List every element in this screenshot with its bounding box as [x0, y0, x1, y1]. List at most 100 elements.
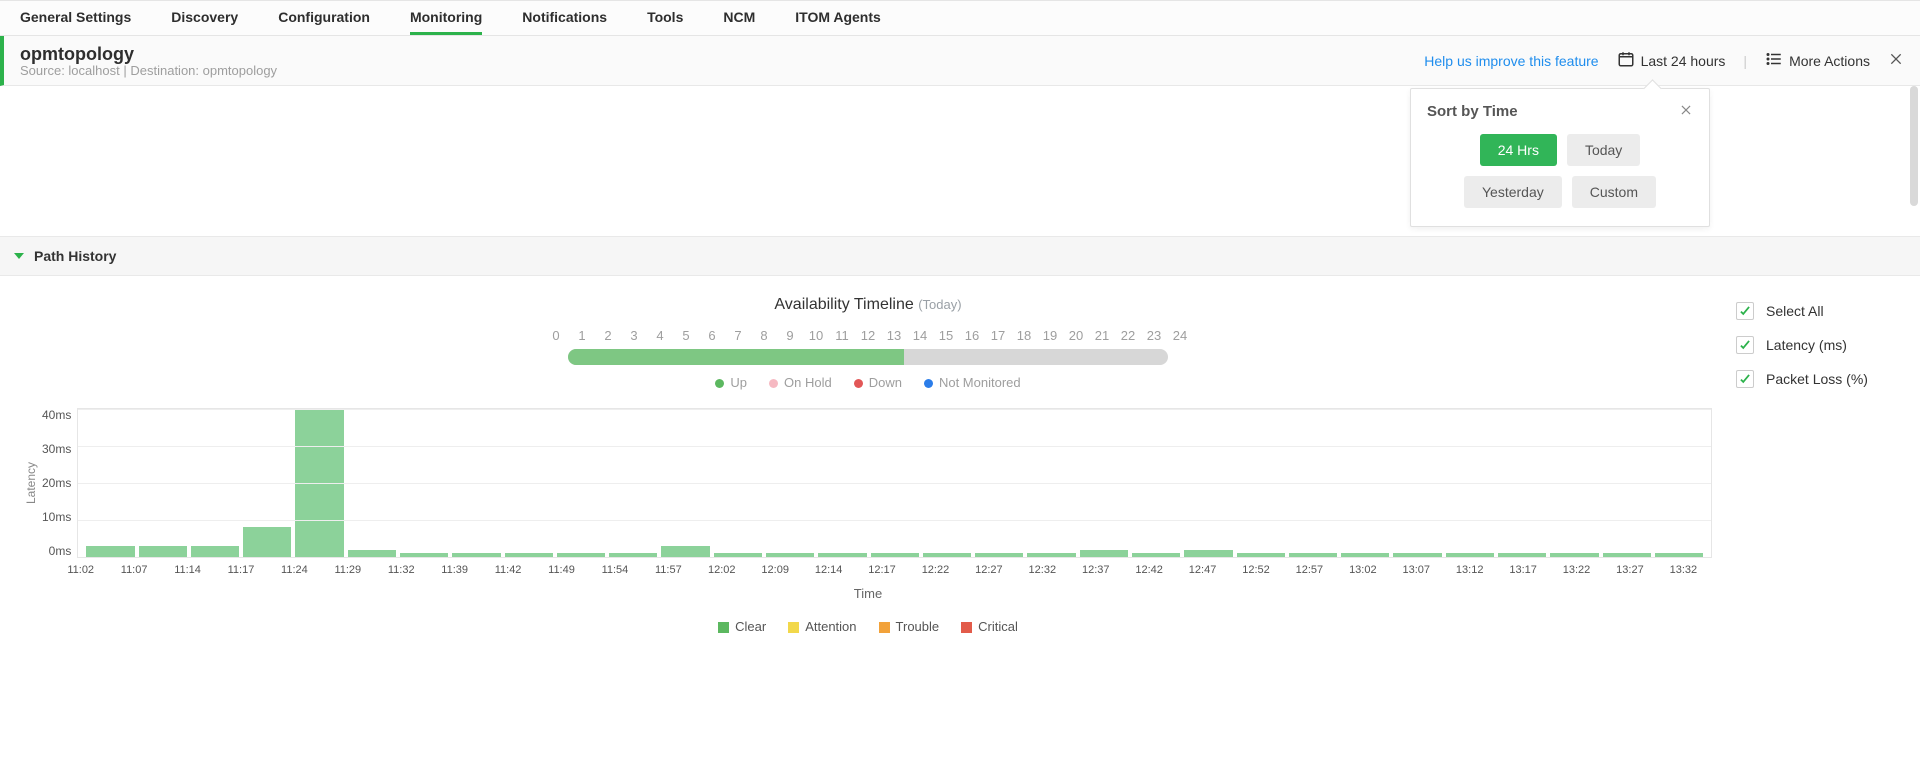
- x-tick: 12:09: [750, 564, 799, 576]
- bar: [1393, 553, 1441, 557]
- more-actions-button[interactable]: More Actions: [1765, 50, 1870, 71]
- hours-scale: 0123456789101112131415161718192021222324: [24, 328, 1712, 343]
- y-tick: 40ms: [42, 408, 71, 422]
- x-tick: 11:42: [483, 564, 532, 576]
- legend-on-hold: On Hold: [769, 375, 832, 390]
- bar: [609, 553, 657, 557]
- x-tick: 13:32: [1659, 564, 1708, 576]
- page-header: opmtopology Source: localhost | Destinat…: [0, 36, 1920, 86]
- tab-tools[interactable]: Tools: [647, 1, 683, 35]
- hour-tick: 24: [1171, 328, 1189, 343]
- hour-tick: 12: [859, 328, 877, 343]
- hour-tick: 4: [651, 328, 669, 343]
- help-link[interactable]: Help us improve this feature: [1424, 53, 1598, 69]
- x-tick: 12:32: [1018, 564, 1067, 576]
- x-tick: 12:27: [964, 564, 1013, 576]
- legend-not-monitored: Not Monitored: [924, 375, 1021, 390]
- section-title: Path History: [34, 248, 116, 264]
- check-label: Latency (ms): [1766, 337, 1847, 353]
- bar: [1237, 553, 1285, 557]
- legend-trouble: Trouble: [879, 619, 940, 634]
- bar: [661, 546, 709, 557]
- x-tick: 12:47: [1178, 564, 1227, 576]
- tab-general-settings[interactable]: General Settings: [20, 1, 131, 35]
- severity-legend: ClearAttentionTroubleCritical: [24, 619, 1712, 634]
- tab-ncm[interactable]: NCM: [723, 1, 755, 35]
- check-latency-ms-[interactable]: Latency (ms): [1736, 336, 1896, 354]
- bar: [1080, 550, 1128, 557]
- time-range-label: Last 24 hours: [1641, 53, 1726, 69]
- path-history-content: Availability Timeline (Today) 0123456789…: [0, 276, 1920, 634]
- close-icon[interactable]: [1888, 51, 1904, 70]
- x-tick: 11:39: [430, 564, 479, 576]
- bar: [295, 409, 343, 557]
- bar: [505, 553, 553, 557]
- checkbox-icon[interactable]: [1736, 336, 1754, 354]
- x-axis-title: Time: [24, 586, 1712, 601]
- hour-tick: 19: [1041, 328, 1059, 343]
- checkbox-icon[interactable]: [1736, 370, 1754, 388]
- bar: [243, 527, 291, 557]
- hour-tick: 16: [963, 328, 981, 343]
- legend-down: Down: [854, 375, 902, 390]
- scroll-thumb[interactable]: [1910, 86, 1918, 206]
- check-packet-loss-[interactable]: Packet Loss (%): [1736, 370, 1896, 388]
- bar: [557, 553, 605, 557]
- x-tick: 12:52: [1231, 564, 1280, 576]
- source-label: Source: localhost: [20, 63, 120, 78]
- y-tick: 10ms: [42, 510, 71, 524]
- legend-clear: Clear: [718, 619, 766, 634]
- bar: [1341, 553, 1389, 557]
- bar: [1550, 553, 1598, 557]
- x-tick: 11:49: [537, 564, 586, 576]
- check-select-all[interactable]: Select All: [1736, 302, 1896, 320]
- sort-opt-custom[interactable]: Custom: [1572, 176, 1656, 208]
- header-sep: |: [1743, 53, 1747, 69]
- x-tick: 12:17: [857, 564, 906, 576]
- bar: [1132, 553, 1180, 557]
- bar: [871, 553, 919, 557]
- hour-tick: 13: [885, 328, 903, 343]
- hour-tick: 21: [1093, 328, 1111, 343]
- check-label: Select All: [1766, 303, 1824, 319]
- x-tick: 12:02: [697, 564, 746, 576]
- path-history-header[interactable]: Path History: [0, 236, 1920, 276]
- sort-popover: Sort by Time 24 HrsTodayYesterdayCustom: [1410, 88, 1710, 227]
- collapse-icon: [14, 253, 24, 259]
- bar: [818, 553, 866, 557]
- tab-notifications[interactable]: Notifications: [522, 1, 607, 35]
- availability-title: Availability Timeline (Today): [24, 296, 1712, 314]
- hour-tick: 2: [599, 328, 617, 343]
- hour-tick: 20: [1067, 328, 1085, 343]
- bar: [1655, 553, 1703, 557]
- sort-opt-today[interactable]: Today: [1567, 134, 1640, 166]
- sort-opt-24-hrs[interactable]: 24 Hrs: [1480, 134, 1557, 166]
- time-range-button[interactable]: Last 24 hours: [1617, 50, 1726, 71]
- y-tick: 20ms: [42, 476, 71, 490]
- sort-close-icon[interactable]: [1679, 103, 1693, 120]
- tab-discovery[interactable]: Discovery: [171, 1, 238, 35]
- legend-attention: Attention: [788, 619, 856, 634]
- hour-tick: 10: [807, 328, 825, 343]
- x-tick: 11:32: [377, 564, 426, 576]
- bar: [191, 546, 239, 557]
- x-tick: 12:22: [911, 564, 960, 576]
- calendar-icon: [1617, 50, 1635, 71]
- x-tick: 12:37: [1071, 564, 1120, 576]
- top-tabbar: General Settings Discovery Configuration Mo…: [0, 0, 1920, 36]
- checkbox-icon[interactable]: [1736, 302, 1754, 320]
- x-tick: 11:02: [56, 564, 105, 576]
- x-tick: 11:54: [590, 564, 639, 576]
- scrollbar[interactable]: [1908, 86, 1918, 775]
- sort-opt-yesterday[interactable]: Yesterday: [1464, 176, 1562, 208]
- hour-tick: 14: [911, 328, 929, 343]
- bar: [86, 546, 134, 557]
- x-tick: 11:07: [109, 564, 158, 576]
- x-axis: 11:0211:0711:1411:1711:2411:2911:3211:39…: [52, 564, 1712, 576]
- hour-tick: 0: [547, 328, 565, 343]
- hour-tick: 8: [755, 328, 773, 343]
- tab-configuration[interactable]: Configuration: [278, 1, 370, 35]
- hour-tick: 17: [989, 328, 1007, 343]
- tab-itom-agents[interactable]: ITOM Agents: [795, 1, 881, 35]
- tab-monitoring[interactable]: Monitoring: [410, 1, 482, 35]
